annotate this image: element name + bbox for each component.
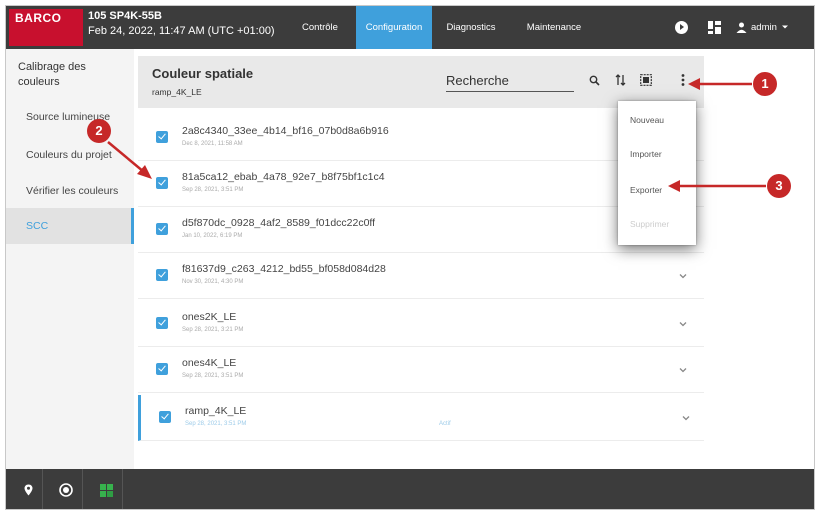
user-menu[interactable]: admin xyxy=(736,18,789,36)
row-date: Sep 28, 2021, 3:51 PM xyxy=(182,373,244,379)
top-bar: BARCO 105 SP4K-55B Feb 24, 2022, 11:47 A… xyxy=(6,6,814,49)
row-date: Nov 30, 2021, 4:30 PM xyxy=(182,279,244,285)
row-title: 81a5ca12_ebab_4a78_92e7_b8f75bf1c1c4 xyxy=(182,171,385,183)
list-item-active[interactable]: ramp_4K_LE Sep 28, 2021, 3:51 PM Actif xyxy=(138,395,704,441)
tab-diagnostics[interactable]: Diagnostics xyxy=(436,6,506,49)
bottom-bar xyxy=(6,469,814,509)
row-checkbox[interactable] xyxy=(156,177,168,189)
search-icon[interactable] xyxy=(586,72,602,88)
page-title: Couleur spatiale xyxy=(152,66,254,81)
row-date: Jan 10, 2022, 6:19 PM xyxy=(182,233,243,239)
row-date: Sep 28, 2021, 3:51 PM xyxy=(185,421,247,427)
device-name: 105 SP4K-55B xyxy=(88,10,162,22)
row-title: 2a8c4340_33ee_4b14_bf16_07b0d8a6b916 xyxy=(182,125,389,137)
chevron-down-icon xyxy=(781,25,788,29)
divider xyxy=(122,469,123,509)
list-item[interactable]: ones4K_LE Sep 28, 2021, 3:51 PM xyxy=(138,347,704,393)
tab-configuration[interactable]: Configuration xyxy=(356,6,432,49)
row-date: Sep 28, 2021, 3:51 PM xyxy=(182,187,244,193)
row-checkbox[interactable] xyxy=(156,223,168,235)
row-title: f81637d9_c263_4212_bd55_bf058d084d28 xyxy=(182,263,386,275)
row-date: Sep 28, 2021, 3:21 PM xyxy=(182,327,244,333)
row-checkbox[interactable] xyxy=(156,363,168,375)
menu-item-exporter[interactable]: Exporter xyxy=(618,173,696,207)
callout-1: 1 xyxy=(753,72,777,96)
sidebar-item-verifier-les-couleurs[interactable]: Vérifier les couleurs xyxy=(6,173,134,209)
divider xyxy=(82,469,83,509)
menu-item-supprimer: Supprimer xyxy=(630,219,670,229)
more-vertical-icon[interactable] xyxy=(675,72,691,88)
list-item[interactable]: ones2K_LE Sep 28, 2021, 3:21 PM xyxy=(138,301,704,347)
context-menu: Nouveau Importer Exporter Supprimer xyxy=(618,101,696,245)
brand-logo: BARCO xyxy=(9,9,83,46)
row-title: ones4K_LE xyxy=(182,357,237,369)
sidebar-title: Calibrage des couleurs xyxy=(18,61,86,88)
page-subtitle: ramp_4K_LE xyxy=(152,87,202,97)
divider xyxy=(42,469,43,509)
row-checkbox[interactable] xyxy=(159,411,171,423)
select-all-icon[interactable] xyxy=(638,72,654,88)
row-checkbox[interactable] xyxy=(156,131,168,143)
list-item[interactable]: f81637d9_c263_4212_bd55_bf058d084d28 Nov… xyxy=(138,253,704,299)
tab-controle[interactable]: Contrôle xyxy=(290,6,350,49)
app-window: BARCO 105 SP4K-55B Feb 24, 2022, 11:47 A… xyxy=(5,5,815,510)
play-help-icon[interactable] xyxy=(672,18,690,36)
tab-maintenance[interactable]: Maintenance xyxy=(514,6,594,49)
callout-2: 2 xyxy=(87,119,111,143)
grid-icon[interactable] xyxy=(705,18,723,36)
search-input[interactable] xyxy=(446,70,574,92)
sidebar-item-couleurs-du-projet[interactable]: Couleurs du projet xyxy=(6,137,134,173)
user-name: admin xyxy=(751,21,777,33)
location-icon[interactable] xyxy=(20,482,36,498)
device-datetime: Feb 24, 2022, 11:47 AM (UTC +01:00) xyxy=(88,25,275,37)
menu-item-importer[interactable]: Importer xyxy=(618,137,696,171)
row-checkbox[interactable] xyxy=(156,269,168,281)
sidebar: Calibrage des couleurs Source lumineuse … xyxy=(6,49,134,469)
row-title: ramp_4K_LE xyxy=(185,405,247,417)
chevron-down-icon[interactable] xyxy=(678,365,688,375)
device-info: 105 SP4K-55B Feb 24, 2022, 11:47 AM (UTC… xyxy=(88,9,275,39)
system-status-icon[interactable] xyxy=(98,482,114,498)
sidebar-item-source-lumineuse[interactable]: Source lumineuse xyxy=(6,99,134,135)
active-badge: Actif xyxy=(439,421,451,427)
brand-logo-text: BARCO xyxy=(15,11,62,25)
callout-3: 3 xyxy=(767,174,791,198)
main-content: Couleur spatiale ramp_4K_LE 2a8c4340_33e… xyxy=(134,49,814,469)
sort-icon[interactable] xyxy=(612,72,628,88)
lamp-status-icon[interactable] xyxy=(58,482,74,498)
row-title: ones2K_LE xyxy=(182,311,237,323)
chevron-down-icon[interactable] xyxy=(678,319,688,329)
menu-item-nouveau[interactable]: Nouveau xyxy=(618,103,696,137)
chevron-down-icon[interactable] xyxy=(681,413,691,423)
sidebar-item-scc[interactable]: SCC xyxy=(6,208,134,244)
row-title: d5f870dc_0928_4af2_8589_f01dcc22c0ff xyxy=(182,217,376,229)
row-checkbox[interactable] xyxy=(156,317,168,329)
user-icon xyxy=(736,22,747,33)
chevron-down-icon[interactable] xyxy=(678,271,688,281)
row-date: Dec 8, 2021, 11:58 AM xyxy=(182,141,243,147)
